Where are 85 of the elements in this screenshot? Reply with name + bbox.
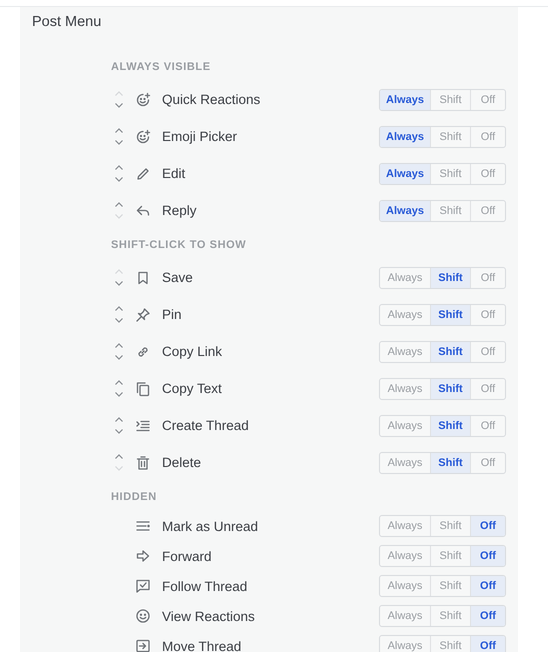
section-heading: ALWAYS VISIBLE bbox=[111, 60, 212, 75]
visibility-option[interactable]: Always bbox=[380, 200, 430, 220]
visibility-option[interactable]: Shift bbox=[430, 164, 470, 184]
visibility-option[interactable]: Off bbox=[470, 606, 505, 626]
visibility-option[interactable]: Off bbox=[470, 164, 505, 184]
menu-item-label: Save bbox=[162, 270, 194, 285]
menu-item-label: Copy Link bbox=[162, 344, 224, 359]
visibility-option[interactable]: Shift bbox=[430, 378, 470, 398]
move-up-icon[interactable] bbox=[114, 379, 124, 386]
move-down-icon[interactable] bbox=[114, 280, 124, 287]
visibility-option[interactable]: Always bbox=[380, 342, 430, 362]
move-up-icon[interactable] bbox=[114, 127, 124, 134]
move-up-icon[interactable] bbox=[114, 342, 124, 349]
chat-check-icon bbox=[135, 578, 151, 594]
menu-item-label: Move Thread bbox=[162, 638, 242, 652]
section-heading: SHIFT-CLICK TO SHOW bbox=[111, 238, 248, 253]
visibility-option[interactable]: Always bbox=[380, 126, 430, 146]
move-down-icon[interactable] bbox=[114, 139, 124, 146]
visibility-option[interactable]: Off bbox=[470, 378, 505, 398]
visibility-option[interactable]: Off bbox=[470, 342, 505, 362]
visibility-option[interactable]: Always bbox=[380, 576, 430, 596]
menu-item-label: Edit bbox=[162, 166, 186, 181]
menu-item-label: View Reactions bbox=[162, 608, 256, 624]
visibility-option[interactable]: Off bbox=[470, 516, 505, 536]
move-up-icon[interactable] bbox=[114, 416, 124, 423]
pencil-icon bbox=[135, 166, 151, 182]
visibility-option[interactable]: Always bbox=[380, 378, 430, 398]
trash-icon bbox=[135, 454, 151, 470]
visibility-option[interactable]: Shift bbox=[430, 268, 470, 288]
move-up-icon[interactable] bbox=[114, 453, 124, 460]
smiley-plus-icon bbox=[135, 92, 151, 108]
visibility-option[interactable]: Off bbox=[470, 90, 505, 110]
section-heading: HIDDEN bbox=[111, 490, 158, 505]
move-down-icon[interactable] bbox=[114, 102, 124, 109]
visibility-option[interactable]: Shift bbox=[430, 200, 470, 220]
menu-item-label: Emoji Picker bbox=[162, 129, 238, 144]
menu-item-label: Mark as Unread bbox=[162, 518, 260, 534]
move-down-icon[interactable] bbox=[114, 391, 124, 398]
visibility-option[interactable]: Always bbox=[380, 268, 430, 288]
visibility-option[interactable]: Shift bbox=[430, 342, 470, 362]
visibility-option[interactable]: Shift bbox=[430, 452, 470, 472]
move-icon bbox=[135, 638, 151, 652]
menu-item-label: Delete bbox=[162, 455, 202, 470]
visibility-option[interactable]: Off bbox=[470, 546, 505, 566]
panel-title: Post Menu bbox=[32, 13, 102, 32]
menu-item-label: Copy Text bbox=[162, 381, 223, 396]
visibility-option[interactable]: Always bbox=[380, 636, 430, 652]
visibility-option[interactable]: Always bbox=[380, 452, 430, 472]
visibility-option[interactable]: Always bbox=[380, 606, 430, 626]
visibility-option[interactable]: Always bbox=[380, 516, 430, 536]
move-up-icon[interactable] bbox=[114, 305, 124, 312]
visibility-option[interactable]: Off bbox=[470, 200, 505, 220]
visibility-option[interactable]: Always bbox=[380, 90, 430, 110]
copy-icon bbox=[135, 380, 151, 396]
visibility-option[interactable]: Off bbox=[470, 416, 505, 436]
visibility-option[interactable]: Shift bbox=[430, 416, 470, 436]
menu-item-label: Create Thread bbox=[162, 418, 250, 433]
visibility-option[interactable]: Off bbox=[470, 576, 505, 596]
visibility-option[interactable]: Shift bbox=[430, 304, 470, 324]
smiley-plus-icon bbox=[135, 128, 151, 144]
move-up-icon[interactable] bbox=[114, 201, 124, 208]
arrow-right-icon bbox=[135, 548, 151, 564]
visibility-option[interactable]: Off bbox=[470, 636, 505, 652]
move-up-icon[interactable] bbox=[114, 164, 124, 171]
visibility-option[interactable]: Off bbox=[470, 268, 505, 288]
visibility-option[interactable]: Always bbox=[380, 304, 430, 324]
visibility-option[interactable]: Always bbox=[380, 416, 430, 436]
visibility-option[interactable]: Off bbox=[470, 452, 505, 472]
move-down-icon[interactable] bbox=[114, 317, 124, 324]
menu-item-label: Pin bbox=[162, 307, 183, 322]
move-down-icon[interactable] bbox=[114, 176, 124, 183]
smiley-icon bbox=[135, 608, 151, 624]
menu-item-label: Reply bbox=[162, 203, 198, 218]
menu-item-label: Quick Reactions bbox=[162, 92, 262, 107]
move-down-icon[interactable] bbox=[114, 354, 124, 361]
visibility-option[interactable]: Shift bbox=[430, 90, 470, 110]
visibility-option[interactable]: Off bbox=[470, 126, 505, 146]
visibility-option[interactable]: Shift bbox=[430, 126, 470, 146]
visibility-option[interactable]: Always bbox=[380, 546, 430, 566]
menu-item-label: Follow Thread bbox=[162, 578, 248, 594]
visibility-option[interactable]: Off bbox=[470, 304, 505, 324]
visibility-option[interactable]: Always bbox=[380, 164, 430, 184]
menu-item-label: Forward bbox=[162, 548, 213, 564]
move-down-icon[interactable] bbox=[114, 428, 124, 435]
pin-icon bbox=[135, 306, 151, 322]
